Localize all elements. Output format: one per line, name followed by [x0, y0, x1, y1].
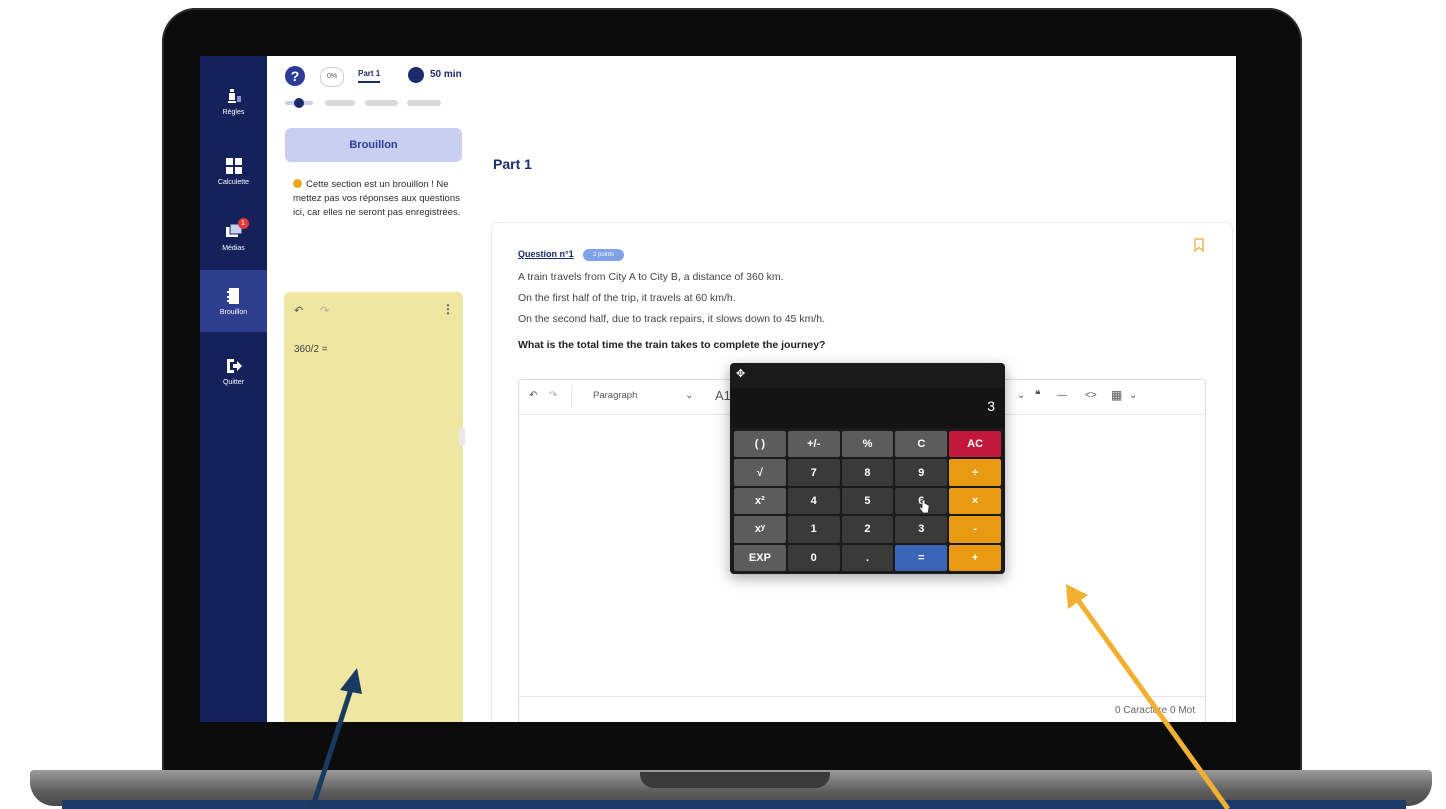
- annotation-arrows: [309, 584, 1231, 809]
- arrow-draft-pad: [309, 668, 362, 809]
- arrow-calculator: [1066, 584, 1231, 809]
